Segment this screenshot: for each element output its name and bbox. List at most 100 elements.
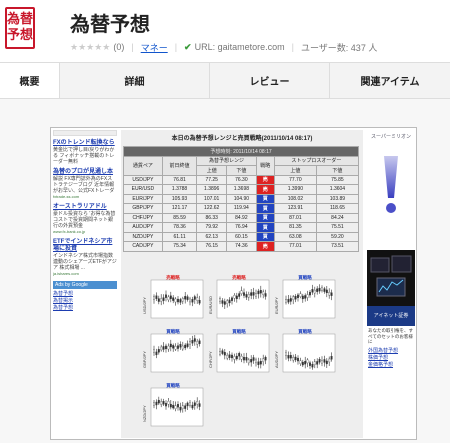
left-nav-link[interactable]: 為替掲示 (53, 298, 117, 305)
candle-body (198, 300, 201, 304)
candle-body (181, 345, 184, 350)
table-subheader: 下値 (315, 165, 360, 176)
chart-strategy-tag: 売戦略 (232, 274, 246, 281)
left-ad-item[interactable]: オーストラリアドル 豪ドル投資なら 'お得な為替 コストで投資期間ネット銀行の外貨… (53, 204, 117, 235)
table-cell: 85.59 (161, 212, 198, 223)
right-nav-link[interactable]: 金価格予想 (368, 362, 414, 369)
app-header: 為替 予想 為替予想 ★★★★★ (0) | マネー | ✔ URL: gait… (0, 0, 450, 62)
left-ad-item[interactable]: FXのトレンド転換なら 黄金比で押し目/戻りがわかる フィボナッチ搭載のトレーダー… (53, 140, 117, 165)
ad-body: 黄金比で押し目/戻りがわかる フィボナッチ搭載のトレーダー無料 (53, 147, 115, 165)
candle-body (299, 293, 302, 297)
table-cell: 86.33 (196, 212, 228, 223)
ad-headline[interactable]: オーストラリアドル (53, 204, 117, 211)
table-cell: 79.92 (196, 222, 228, 233)
table-cell: 77.70 (273, 174, 317, 185)
candle-body (245, 294, 248, 298)
app-meta-row: ★★★★★ (0) | マネー | ✔ URL: gaitametore.com… (70, 40, 377, 54)
table-cell: EUR/USD (123, 184, 163, 195)
table-cell: 84.24 (315, 212, 360, 223)
ad-url[interactable]: www.fx-bank.co.jp (53, 229, 117, 235)
candle-body (318, 359, 321, 363)
chart-strategy-tag: 買戦略 (298, 328, 312, 335)
ad-url[interactable]: ja.ishares.com (53, 271, 117, 277)
table-cell: USD/JPY (123, 174, 163, 185)
candle-body (243, 292, 245, 296)
mini-candle-chart: AUD/JPY 買戦略 (275, 328, 337, 378)
candle-body (255, 293, 257, 297)
table-cell: 73.51 (315, 241, 360, 252)
candle-body (196, 341, 199, 345)
candle-body (262, 358, 265, 362)
candle-body (162, 346, 165, 350)
rating-count: (0) (113, 42, 125, 52)
left-ad-item[interactable]: 為替のプロが見通し本 解説 FX専門誌外為のFXストラテジーブログ 近年情報がお早… (53, 169, 117, 200)
candle-body (177, 345, 179, 349)
ad-headline[interactable]: 為替のプロが見通し本 (53, 169, 117, 176)
table-cell: 84.92 (226, 212, 257, 223)
ad-headline[interactable]: FXのトレンド転換なら (53, 140, 117, 147)
tab-overview[interactable]: 概要 (0, 63, 60, 98)
ad-headline[interactable]: ETFでインドネシア市場に投資 (53, 239, 117, 253)
right-nav-link[interactable]: 外国為替予想 (368, 348, 414, 355)
tab-related-items[interactable]: 関連アイテム (330, 63, 450, 98)
table-cell: 123.91 (273, 203, 317, 214)
candle-body (153, 296, 155, 300)
tab-details[interactable]: 詳細 (60, 63, 210, 98)
table-cell: 76.30 (226, 174, 257, 185)
chart-pair-label: CHF/JPY (209, 351, 213, 368)
candle-body (311, 364, 314, 368)
table-cell: 77.01 (273, 241, 317, 252)
candle-body (191, 404, 194, 409)
candle-body (167, 401, 170, 405)
candle-body (155, 351, 158, 356)
candle-body (321, 287, 323, 291)
table-row: EUR/JPY 105.93 107.01 104.90 買 108.02 103.89 (123, 193, 360, 204)
right-nav-link[interactable]: 株価予想 (368, 355, 414, 362)
left-nav-link[interactable]: 為替予想 (53, 291, 117, 298)
ads-by-google-link[interactable]: Ads by Google (53, 281, 117, 289)
chart-pair-label: AUD/JPY (275, 351, 279, 368)
candle-body (252, 292, 255, 296)
rating-stars-icon[interactable]: ★★★★★ (70, 42, 110, 53)
candle-body (157, 349, 160, 353)
candle-body (306, 294, 309, 298)
candle-body (184, 405, 187, 409)
mini-candle-chart: CHF/JPY 買戦略 (209, 328, 271, 378)
left-nav-link[interactable]: 為替予想 (53, 305, 117, 312)
candle-body (184, 344, 187, 349)
table-row: AUD/JPY 78.36 79.92 76.94 買 81.35 75.51 (123, 222, 360, 233)
ad-url[interactable]: fxtrade-ss.com (53, 194, 117, 200)
table-cell: 76.81 (161, 174, 198, 185)
candle-body (169, 403, 172, 408)
table-cell: 119.94 (226, 203, 257, 214)
chart-pair-label: EUR/JPY (275, 297, 279, 314)
candle-body (226, 354, 229, 359)
candle-body (316, 361, 319, 365)
table-header: 前日終値 (161, 155, 198, 176)
table-cell: 75.34 (161, 241, 198, 252)
table-cell: EUR/JPY (123, 193, 163, 204)
candle-body (297, 294, 299, 299)
candle-body (198, 403, 201, 407)
ad-banner-top (53, 130, 117, 136)
logo-text-top: 為替 (7, 12, 34, 27)
candle-body (174, 405, 177, 409)
candle-body (181, 298, 184, 302)
ad-body: インドネシア株式市場指数連動のシェアーズETFがアジア 株式相場 ... (53, 253, 117, 271)
candle-body (323, 359, 326, 363)
candle-body (155, 295, 158, 299)
app-title: 為替予想 (70, 12, 150, 36)
candle-body (223, 352, 226, 356)
table-cell: GBP/JPY (123, 203, 163, 214)
candle-body (191, 299, 194, 303)
right-ad-brand[interactable]: アイネット証券 (367, 306, 415, 326)
strategy-badge: 買 (255, 203, 275, 214)
candle-body (285, 352, 287, 357)
category-link[interactable]: マネー (141, 41, 168, 54)
candle-body (328, 358, 331, 363)
table-cell: 76.94 (226, 222, 257, 233)
left-ad-item[interactable]: ETFでインドネシア市場に投資 インドネシア株式市場指数連動のシェアーズETFがア… (53, 239, 117, 277)
candle-body (179, 406, 182, 411)
strategy-badge: 買 (255, 222, 275, 233)
tab-reviews[interactable]: レビュー (210, 63, 330, 98)
